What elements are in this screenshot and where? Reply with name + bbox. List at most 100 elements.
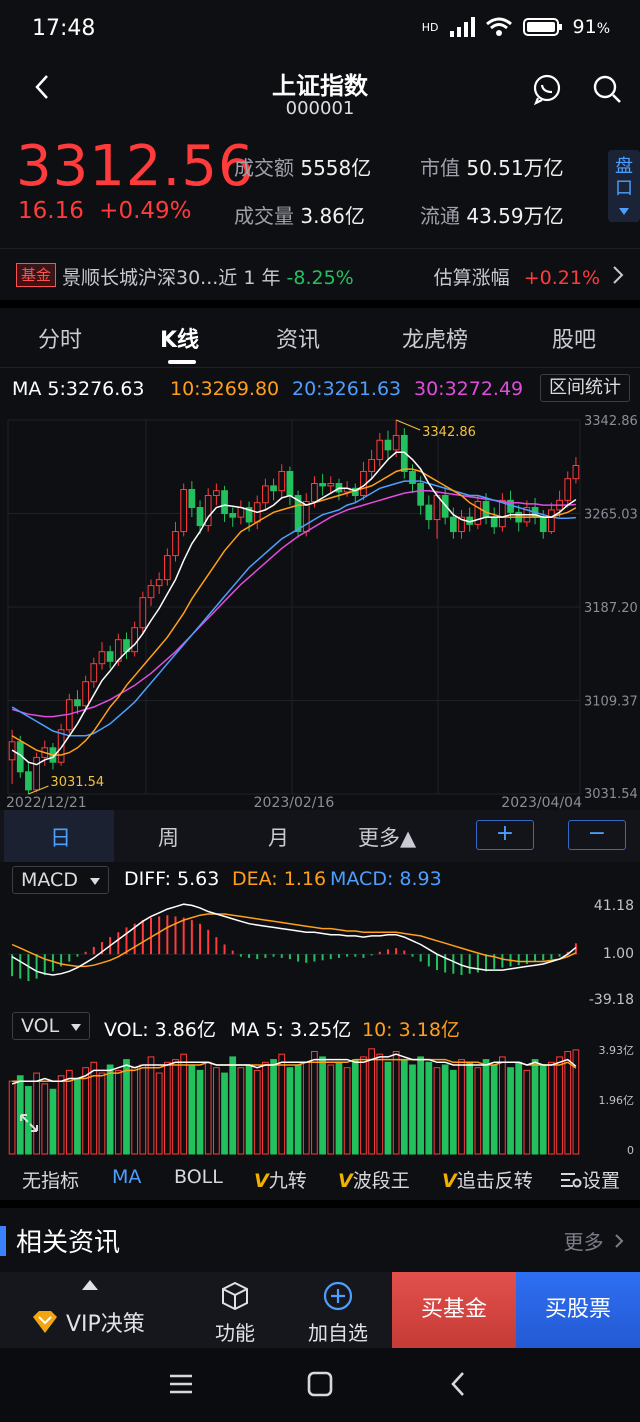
tab-dragon-tiger[interactable]: 龙虎榜: [402, 322, 468, 354]
volume-bar: [400, 1059, 408, 1155]
turnover: 成交额 5558亿: [234, 156, 372, 180]
volume-bar: [474, 1067, 482, 1155]
zoom-out-button[interactable]: −: [568, 820, 626, 850]
macd-tick-label: 41.18: [594, 898, 634, 914]
status-icons: HD 91%: [422, 16, 610, 38]
dea-line: [11, 913, 577, 968]
plus-circle-icon: [323, 1281, 353, 1311]
ind-nine-turn[interactable]: V九转: [254, 1166, 307, 1193]
divider: [0, 1200, 640, 1208]
ma10-line: [11, 468, 577, 756]
add-watchlist-button[interactable]: 加自选: [306, 1280, 370, 1346]
macd-chart[interactable]: 41.18 1.00 -39.18: [0, 896, 640, 1010]
candle-body: [499, 499, 506, 528]
candle-body: [564, 478, 572, 501]
tab-kline[interactable]: K线: [160, 322, 199, 354]
vip-decision-button[interactable]: VIP决策: [30, 1306, 145, 1338]
ind-none[interactable]: 无指标: [22, 1166, 79, 1193]
candle-body: [221, 490, 228, 515]
period-day[interactable]: 日: [50, 822, 71, 852]
ind-chase-reverse[interactable]: V追击反转: [442, 1166, 533, 1193]
volume-bar: [41, 1083, 49, 1155]
kline-chart[interactable]: 3342.86 3265.03 3187.20 3109.37 3031.54 3342.…: [0, 406, 640, 810]
volume-bar: [180, 1053, 188, 1155]
back-nav-icon[interactable]: [448, 1370, 468, 1398]
ind-settings[interactable]: 设置: [560, 1166, 620, 1193]
ma30-value: 30:3272.49: [414, 378, 524, 400]
vol-value: VOL: 3.86亿: [104, 1019, 216, 1041]
candle-body: [482, 501, 490, 518]
quote-panel: 3312.56 16.16 +0.49% 成交额 5558亿 成交量 3.86亿…: [0, 126, 640, 246]
change-value: 16.16: [18, 198, 84, 224]
v-icon: V: [338, 1170, 353, 1192]
volume-bar: [8, 1080, 16, 1155]
change-percent: +0.49%: [99, 198, 192, 224]
tab-bar: 分时 K线 资讯 龙虎榜 股吧: [0, 308, 640, 368]
macd-diff: DIFF: 5.63: [124, 868, 220, 890]
float-cap: 流通 43.59万亿: [420, 204, 564, 228]
fund-row[interactable]: 基金 景顺长城沪深30...近 1 年 -8.25% 估算涨幅 +0.21%: [0, 248, 640, 300]
chevron-right-icon: [615, 1234, 624, 1248]
news-more-link[interactable]: 更多: [564, 1226, 624, 1255]
volume-bar: [368, 1048, 375, 1155]
volume-bar: [319, 1056, 326, 1155]
volume-bar: [123, 1059, 130, 1155]
volume-bar: [114, 1069, 122, 1155]
tab-news[interactable]: 资讯: [276, 322, 320, 354]
home-icon[interactable]: [306, 1370, 334, 1398]
candle-body: [433, 495, 441, 521]
range-stats-button[interactable]: 区间统计: [540, 374, 630, 402]
candle-body: [572, 464, 580, 480]
buy-fund-button[interactable]: 买基金: [392, 1272, 516, 1348]
market-cap: 市值 50.51万亿: [420, 156, 564, 180]
vol-selector[interactable]: VOL: [12, 1012, 91, 1040]
vol-ma5: MA 5: 3.25亿: [230, 1019, 352, 1041]
zoom-in-button[interactable]: +: [476, 820, 534, 850]
volume-bar: [466, 1061, 474, 1155]
volume-bar: [302, 1061, 310, 1155]
caret-down-icon: [71, 1024, 82, 1031]
tab-intraday[interactable]: 分时: [38, 322, 82, 354]
vol-tick-label: 0: [627, 1144, 634, 1157]
header: 上证指数 000001: [0, 60, 640, 126]
candle-body: [188, 489, 196, 509]
ind-ma[interactable]: MA: [112, 1166, 141, 1188]
system-nav-bar: [0, 1348, 640, 1422]
period-more[interactable]: 更多▲: [358, 822, 416, 852]
ind-boll[interactable]: BOLL: [174, 1166, 223, 1188]
divider: [0, 300, 640, 308]
volume-chart[interactable]: 3.93亿 1.96亿 0: [0, 1042, 640, 1158]
menu-icon[interactable]: [168, 1372, 194, 1396]
period-month[interactable]: 月: [268, 822, 289, 852]
buy-stock-button[interactable]: 买股票: [516, 1272, 640, 1348]
volume-bar: [425, 1061, 433, 1155]
v-icon: V: [442, 1170, 457, 1192]
macd-selector[interactable]: MACD: [12, 866, 110, 894]
volume-bar: [147, 1056, 155, 1155]
fund-info: 景顺长城沪深30...近 1 年 -8.25%: [62, 263, 354, 290]
hd-icon: HD: [421, 20, 439, 34]
function-button[interactable]: 功能: [212, 1280, 258, 1346]
period-week[interactable]: 周: [158, 822, 179, 852]
search-icon[interactable]: [590, 72, 624, 106]
tab-forum[interactable]: 股吧: [552, 322, 596, 354]
volume-bar: [433, 1067, 441, 1155]
diamond-icon: [33, 1311, 57, 1333]
caret-up-icon[interactable]: [82, 1280, 98, 1290]
candle-body: [327, 483, 335, 487]
ind-wave-king[interactable]: V波段王: [338, 1166, 410, 1193]
ma5-value: MA 5:3276.63: [12, 378, 145, 400]
volume-bar: [139, 1064, 147, 1155]
candle-body: [319, 483, 326, 487]
chat-icon[interactable]: [530, 72, 564, 106]
vol-tick-label: 1.96亿: [599, 1094, 635, 1107]
macd-tick-label: 1.00: [603, 946, 634, 962]
candle-body: [278, 470, 286, 492]
fund-return: -8.25%: [286, 267, 354, 289]
volume-bar: [270, 1059, 277, 1155]
candle-body: [90, 663, 98, 683]
pankou-button[interactable]: 盘 口: [608, 150, 640, 222]
expand-icon[interactable]: [18, 1112, 40, 1134]
candle-body: [155, 579, 163, 587]
candle-body: [302, 501, 310, 533]
